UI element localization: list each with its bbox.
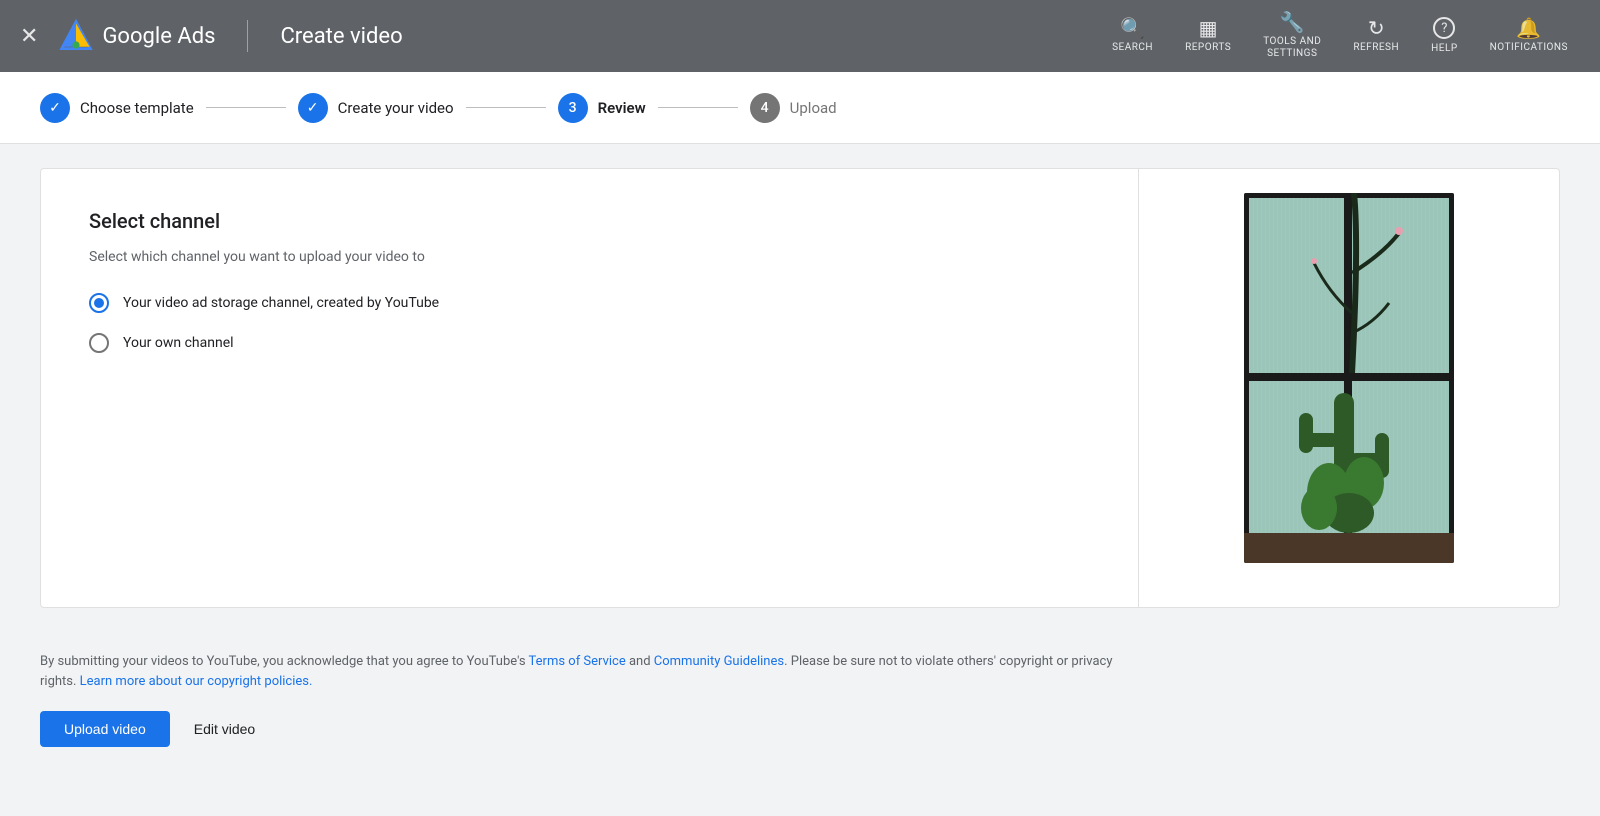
- step2-label: Create your video: [338, 99, 454, 117]
- stepper: ✓ Choose template ✓ Create your video 3 …: [0, 72, 1600, 144]
- step-connector-3: [658, 107, 738, 108]
- radio-own-channel-label: Your own channel: [123, 335, 234, 351]
- help-icon: ?: [1433, 17, 1455, 39]
- step3-circle: 3: [558, 93, 588, 123]
- step-upload: 4 Upload: [750, 93, 837, 123]
- edit-video-button[interactable]: Edit video: [186, 711, 263, 747]
- notifications-label: NOTIFICATIONS: [1490, 42, 1568, 54]
- help-button[interactable]: ? HELP: [1419, 11, 1470, 61]
- close-button[interactable]: ✕: [20, 24, 38, 49]
- step3-number: 3: [569, 100, 577, 116]
- select-channel-title: Select channel: [89, 209, 1090, 233]
- disclaimer-between: and: [626, 654, 654, 669]
- tools-label: TOOLS AND SETTINGS: [1263, 36, 1321, 60]
- tools-settings-button[interactable]: 🔧 TOOLS AND SETTINGS: [1251, 6, 1333, 66]
- refresh-label: REFRESH: [1353, 42, 1399, 54]
- upload-video-button[interactable]: Upload video: [40, 711, 170, 747]
- radio-storage-channel-label: Your video ad storage channel, created b…: [123, 295, 439, 311]
- notifications-button[interactable]: 🔔 NOTIFICATIONS: [1478, 12, 1580, 60]
- community-guidelines-link[interactable]: Community Guidelines: [654, 654, 784, 669]
- step2-circle: ✓: [298, 93, 328, 123]
- help-label: HELP: [1431, 43, 1458, 55]
- refresh-button[interactable]: ↻ REFRESH: [1341, 12, 1411, 60]
- search-label: SEARCH: [1112, 42, 1153, 54]
- reports-label: REPORTS: [1185, 42, 1231, 54]
- content-card: Select channel Select which channel you …: [40, 168, 1560, 608]
- app-name: Google Ads: [102, 24, 215, 49]
- footer: By submitting your videos to YouTube, yo…: [0, 632, 1600, 767]
- header-logo: Google Ads: [58, 18, 215, 54]
- main-content: Select channel Select which channel you …: [0, 144, 1600, 632]
- page-title: Create video: [280, 24, 402, 49]
- google-ads-logo-icon: [58, 18, 94, 54]
- select-channel-panel: Select channel Select which channel you …: [41, 169, 1139, 607]
- video-preview-panel: [1139, 169, 1559, 607]
- step3-label: Review: [598, 99, 646, 117]
- step1-check-icon: ✓: [49, 100, 61, 116]
- terms-of-service-link[interactable]: Terms of Service: [529, 654, 626, 669]
- tools-icon: 🔧: [1280, 12, 1305, 32]
- search-button[interactable]: 🔍 SEARCH: [1100, 12, 1165, 60]
- notifications-icon: 🔔: [1516, 18, 1541, 38]
- step-create-video: ✓ Create your video: [298, 93, 454, 123]
- step-choose-template: ✓ Choose template: [40, 93, 194, 123]
- footer-disclaimer: By submitting your videos to YouTube, yo…: [40, 652, 1140, 691]
- header-actions: 🔍 SEARCH ▦ REPORTS 🔧 TOOLS AND SETTINGS …: [1100, 6, 1580, 66]
- step4-label: Upload: [790, 99, 837, 117]
- refresh-icon: ↻: [1368, 18, 1385, 38]
- video-preview-scene: [1244, 193, 1454, 563]
- step1-label: Choose template: [80, 99, 194, 117]
- step-review: 3 Review: [558, 93, 646, 123]
- video-preview: [1244, 193, 1454, 563]
- step-connector-2: [466, 107, 546, 108]
- radio-own-channel-indicator: [89, 333, 109, 353]
- header-divider: [247, 20, 248, 52]
- step-connector-1: [206, 107, 286, 108]
- select-channel-description: Select which channel you want to upload …: [89, 249, 1090, 265]
- radio-storage-channel[interactable]: Your video ad storage channel, created b…: [89, 293, 1090, 313]
- app-header: ✕ Google Ads Create video 🔍 SEARCH ▦ REP…: [0, 0, 1600, 72]
- step1-circle: ✓: [40, 93, 70, 123]
- copyright-policies-link[interactable]: Learn more about our copyright policies.: [80, 674, 313, 689]
- search-icon: 🔍: [1120, 18, 1145, 38]
- step4-circle: 4: [750, 93, 780, 123]
- step4-number: 4: [761, 100, 769, 116]
- step2-check-icon: ✓: [307, 100, 319, 116]
- disclaimer-before-tos: By submitting your videos to YouTube, yo…: [40, 654, 529, 669]
- reports-button[interactable]: ▦ REPORTS: [1173, 12, 1243, 60]
- radio-own-channel[interactable]: Your own channel: [89, 333, 1090, 353]
- radio-storage-channel-indicator: [89, 293, 109, 313]
- reports-icon: ▦: [1199, 18, 1218, 38]
- footer-buttons: Upload video Edit video: [40, 711, 1560, 747]
